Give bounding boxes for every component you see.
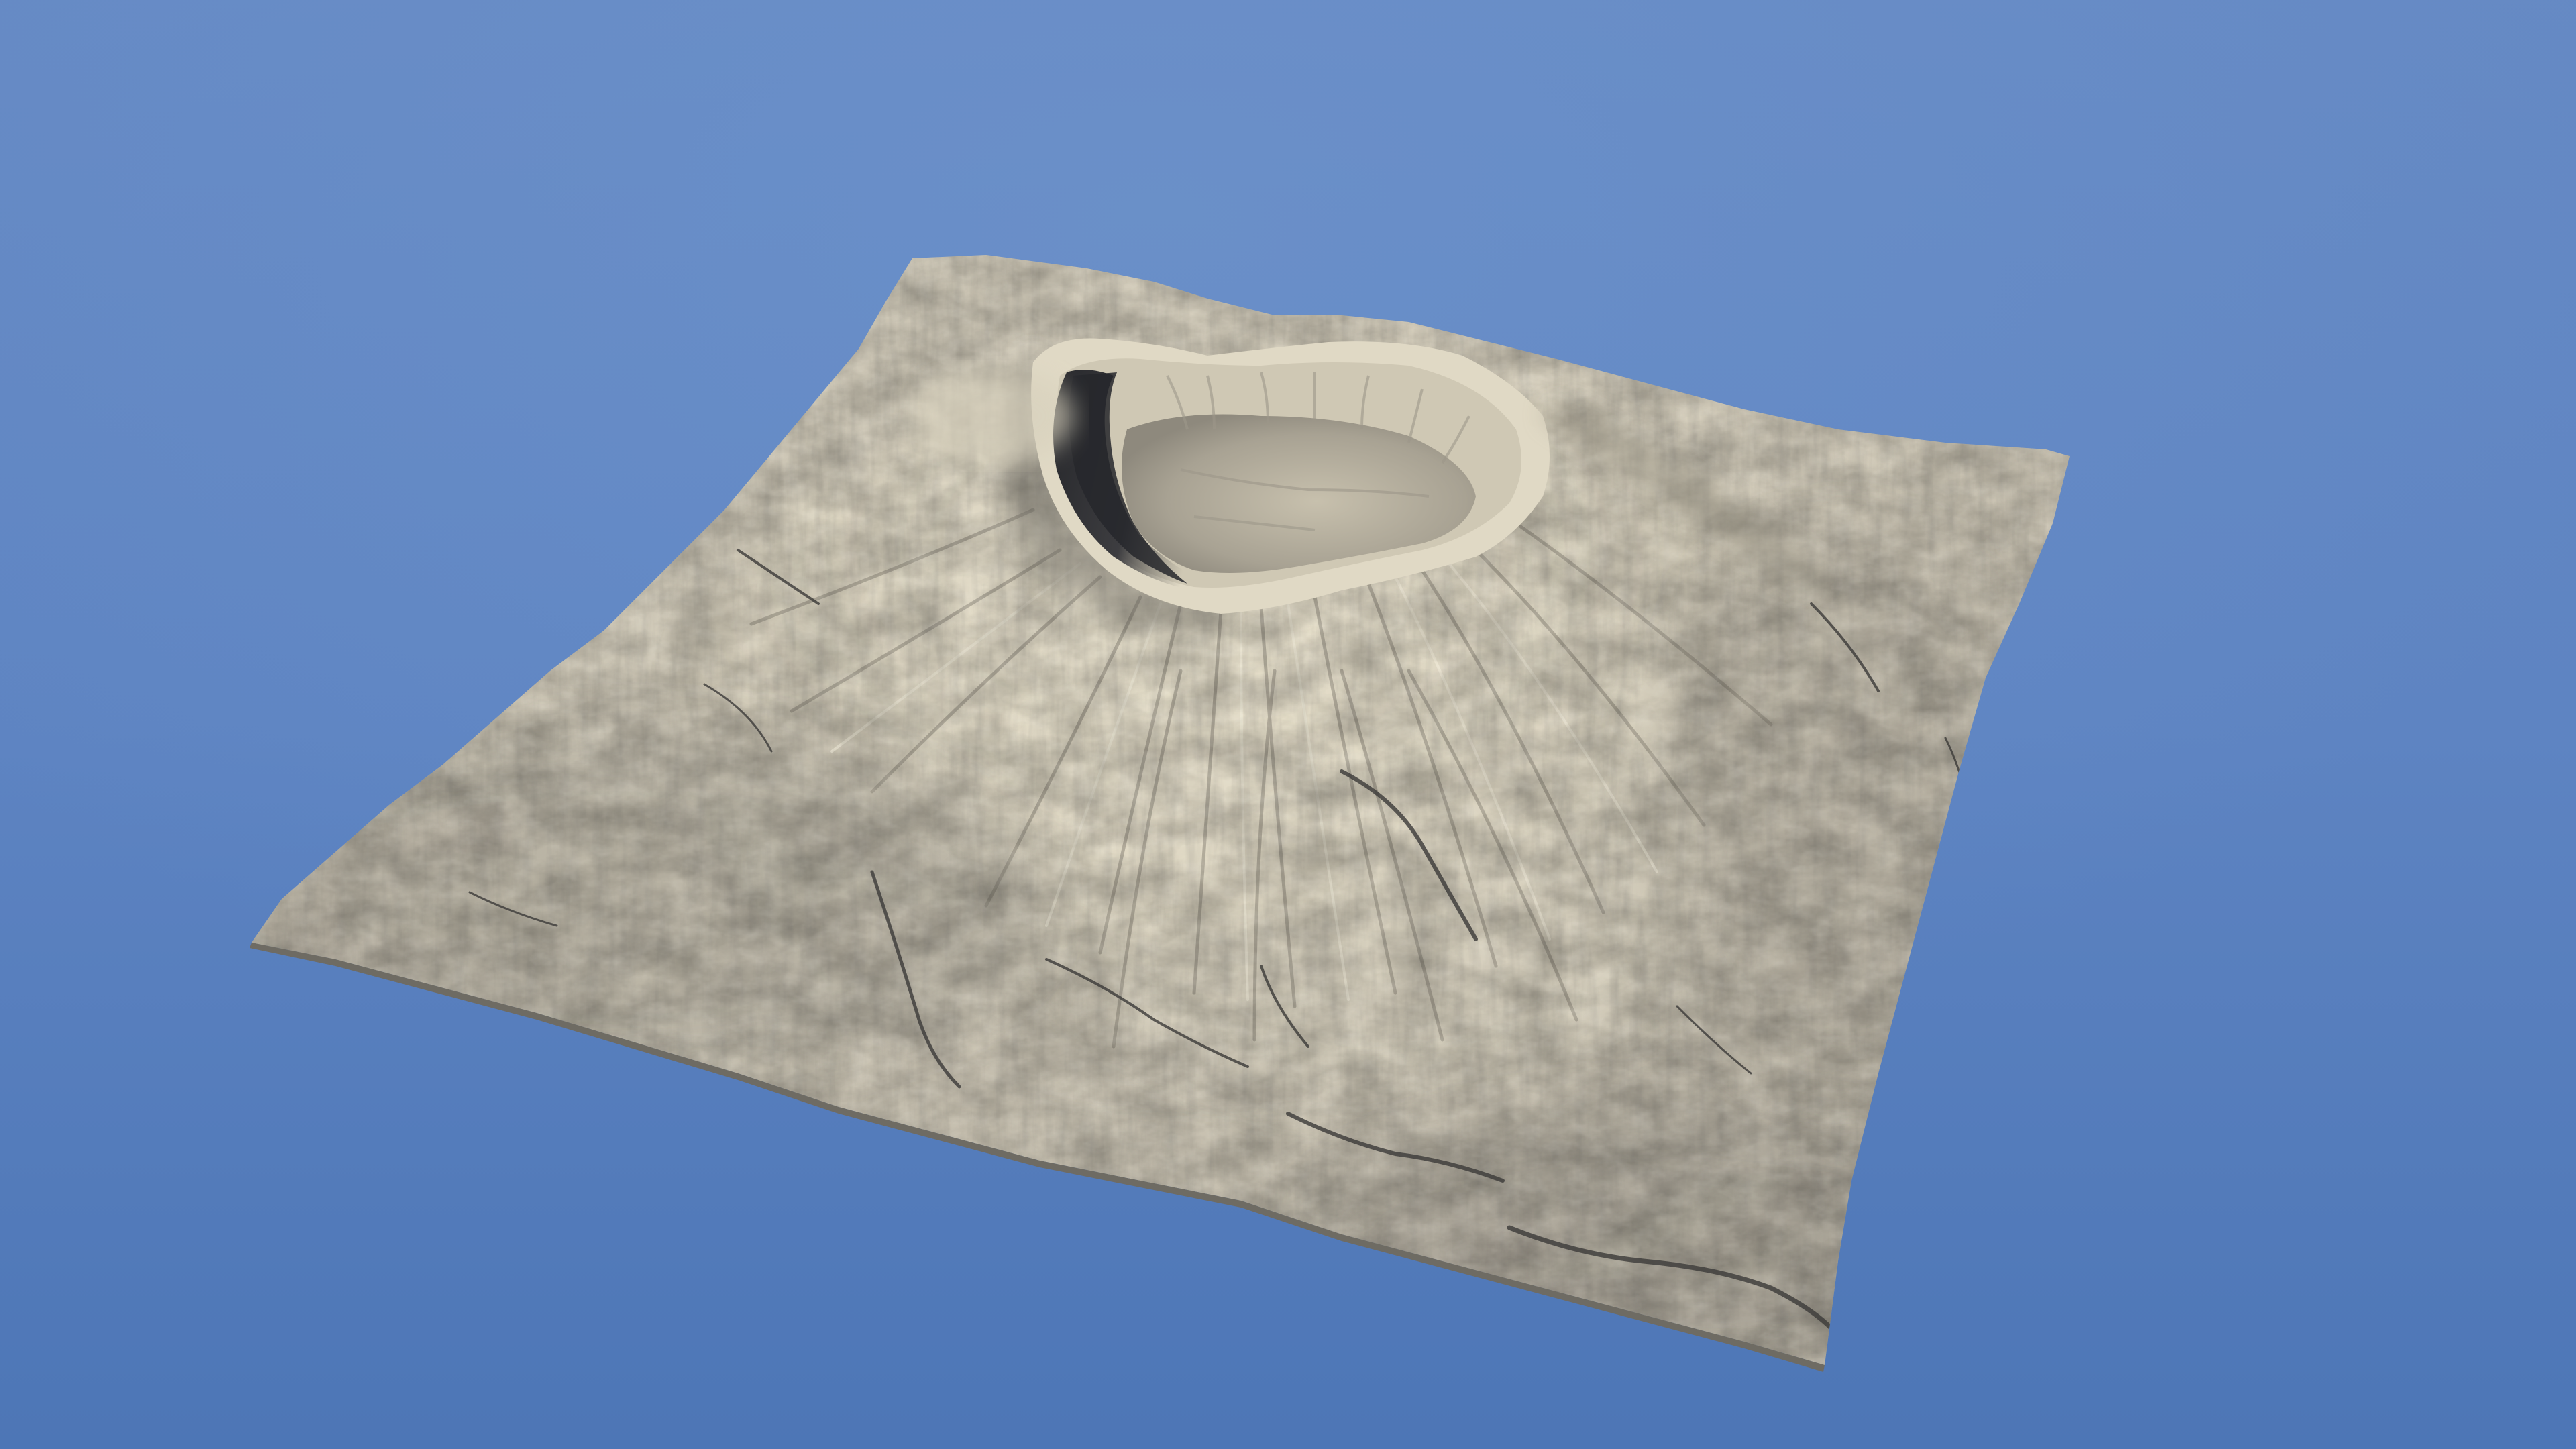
render-viewport[interactable] [0,0,2576,1449]
terrain-render [0,0,2576,1449]
